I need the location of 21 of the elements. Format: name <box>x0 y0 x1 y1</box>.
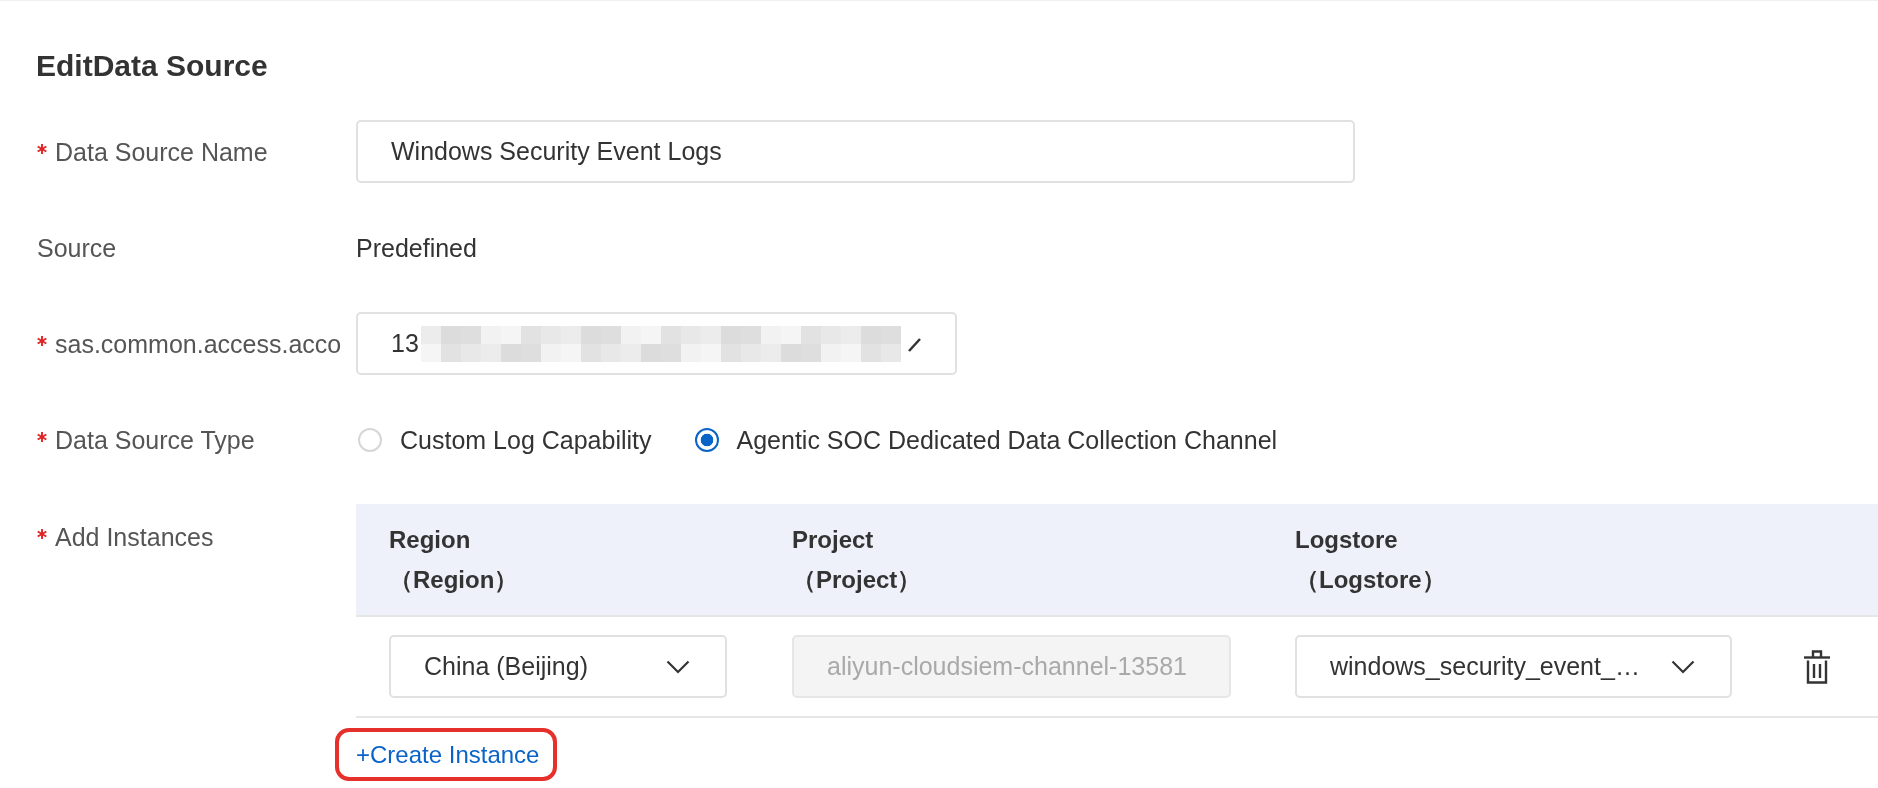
field-label: sas.common.access.acco <box>55 328 342 359</box>
field-label: Add Instances <box>55 522 214 552</box>
field-label: Data Source Type <box>55 424 255 455</box>
trash-icon[interactable] <box>1804 649 1830 684</box>
dropdown-select[interactable]: windows_security_event_… <box>1295 635 1732 698</box>
text-input[interactable]: Windows Security Event Logs <box>356 120 1355 183</box>
column-header: Logstore （Logstore） <box>1295 524 1446 595</box>
radio-option[interactable]: Custom Log Capability <box>358 424 652 455</box>
chevron-down-icon <box>1671 659 1695 674</box>
radio-button[interactable] <box>694 427 719 452</box>
radio-option[interactable]: Agentic SOC Dedicated Data Collection Channel <box>694 424 1278 455</box>
column-header: Project （Project） <box>792 524 922 595</box>
create-instance-link[interactable]: +Create Instance <box>356 740 540 769</box>
column-header: Region （Region） <box>389 524 519 595</box>
field-label: Source <box>37 232 117 263</box>
page-title: EditData Source <box>36 48 268 84</box>
field-value: Predefined <box>356 232 477 263</box>
text-input[interactable]: 13 <box>356 312 957 375</box>
dropdown-select[interactable]: China (Beijing) <box>389 635 727 698</box>
chevron-down-icon <box>666 659 690 674</box>
field-label: Data Source Name <box>55 136 268 167</box>
